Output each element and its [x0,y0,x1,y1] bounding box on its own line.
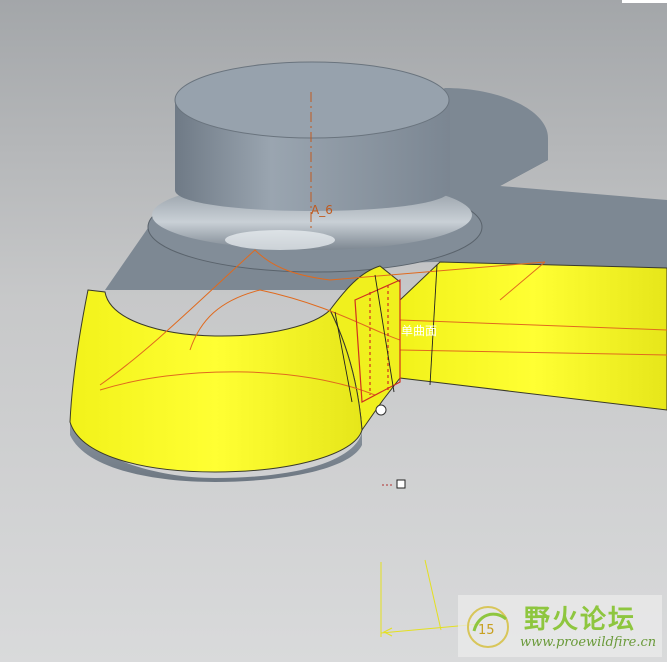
model-viewport[interactable]: A_6 单曲面 15 野火论坛 www.proewildfire.cn [0,0,667,662]
cylinder-top [174,61,450,139]
forum-watermark: 15 野火论坛 www.proewildfire.cn [458,595,662,657]
axis-label: A_6 [311,203,333,217]
corner-marker [622,0,667,3]
fillet-highlight [225,230,335,250]
selection-point[interactable] [375,404,387,416]
model-3d-view[interactable] [0,0,667,662]
forum-logo-icon: 15 [467,606,509,648]
arm-front-face [399,261,667,411]
boss-front-face [69,289,363,473]
forum-url: www.proewildfire.cn [520,635,657,650]
forum-title: 野火论坛 [524,605,637,635]
cursor-square [396,479,406,489]
badge-number: 15 [478,623,495,638]
surface-label: 单曲面 [401,324,438,338]
